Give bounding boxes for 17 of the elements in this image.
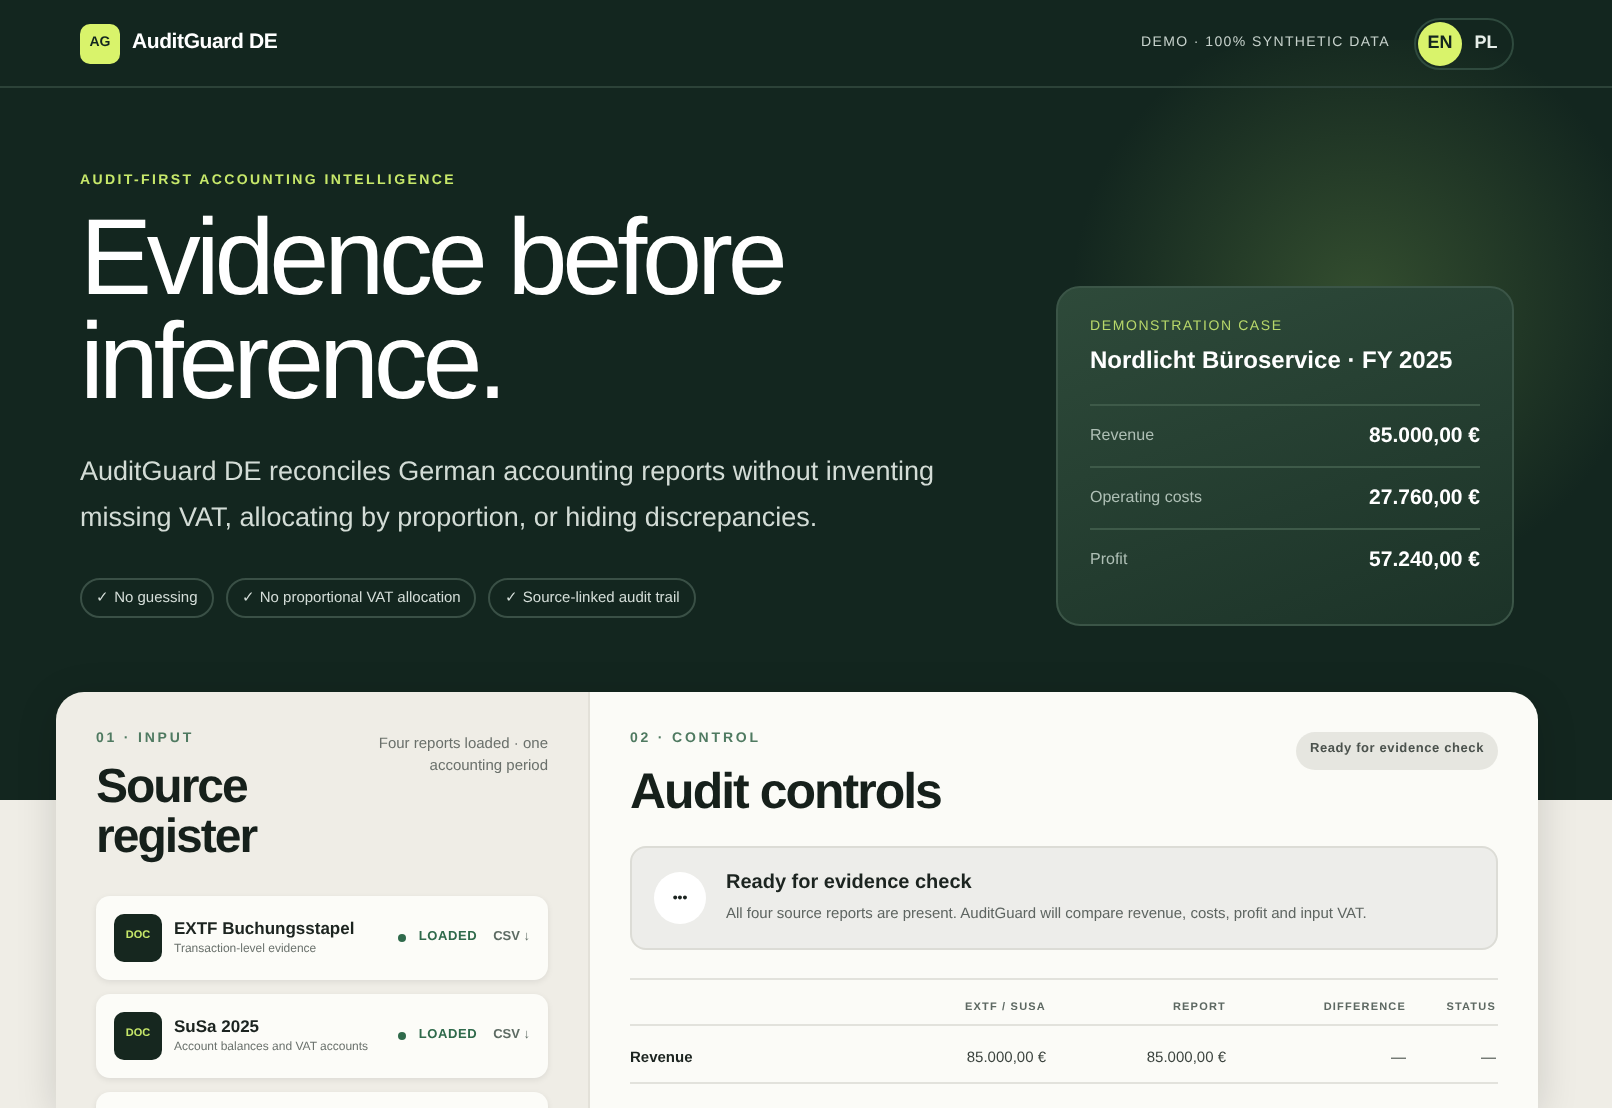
metric-value: 85.000,00 €	[1369, 425, 1480, 447]
brand-name: AuditGuard DE	[132, 32, 278, 54]
case-title: Nordlicht Büroservice · FY 2025	[1090, 348, 1455, 372]
source-name: EXTF Buchungsstapel	[174, 920, 357, 938]
section-title: Source register	[96, 762, 260, 862]
metric-value: 27.760,00 €	[1369, 487, 1480, 509]
metric-label: Operating costs	[1090, 490, 1203, 506]
metric-value: 57.240,00 €	[1369, 549, 1480, 571]
section-title: Audit controls	[630, 768, 941, 818]
language-toggle[interactable]: EN	[1418, 21, 1462, 65]
language-toggle[interactable]: PL	[1464, 21, 1508, 65]
source-name: SuSa 2025	[174, 1018, 262, 1036]
metric-label: Profit	[1090, 552, 1128, 568]
notice-title: Ready for evidence check	[726, 874, 974, 895]
hero-headline: Evidence before inference.	[80, 206, 785, 414]
metric-label: Revenue	[1090, 428, 1155, 444]
hero-description: AuditGuard DE reconciles German accounting reports without inventing missing VAT, allocating by proportion, or hiding discrepancies.	[80, 454, 936, 536]
